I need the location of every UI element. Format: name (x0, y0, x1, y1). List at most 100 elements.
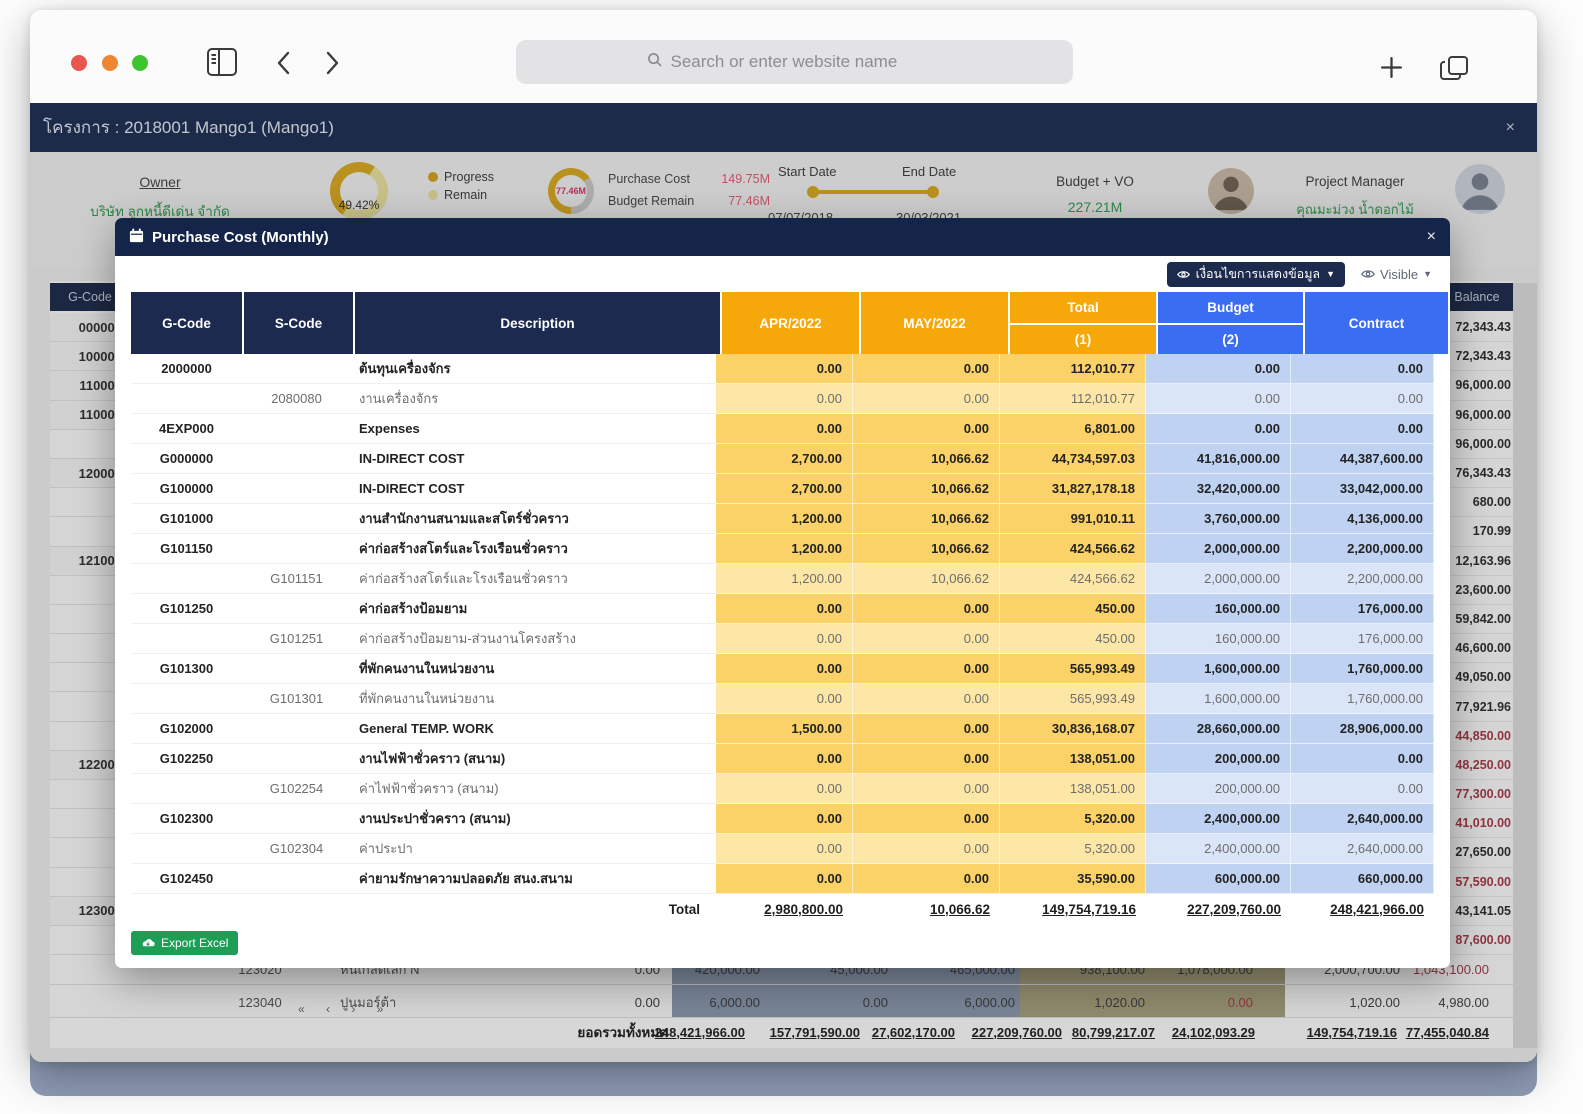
web-page: โครงการ : 2018001 Mango1 (Mango1) × Owne… (30, 103, 1537, 1062)
description-cell: ที่พักคนงานในหน่วยงาน (351, 684, 716, 714)
chevron-down-icon: ▼ (1423, 269, 1432, 279)
table-row[interactable]: G000000IN-DIRECT COST2,700.0010,066.6244… (131, 444, 1434, 474)
purchase-cost-modal: Purchase Cost (Monthly) × เงื่อนไขการแสด… (115, 218, 1450, 968)
eye-icon (1361, 269, 1375, 279)
export-excel-button[interactable]: Export Excel (131, 931, 238, 955)
may-cell: 0.00 (853, 864, 1000, 894)
may-cell: 0.00 (853, 384, 1000, 414)
gcode-cell (131, 774, 242, 804)
total-cell: 424,566.62 (1000, 534, 1146, 564)
total-cell: 5,320.00 (1000, 834, 1146, 864)
table-row[interactable]: G102450 ค่ายามรักษาความปลอดภัย สนง.สนาม 0.… (131, 864, 1434, 894)
contract-cell: 0.00 (1291, 354, 1434, 384)
gcode-column-header: G-Code (131, 292, 242, 354)
display-conditions-button[interactable]: เงื่อนไขการแสดงข้อมูล ▼ (1167, 262, 1345, 287)
total-cell: 112,010.77 (1000, 354, 1146, 384)
total-cell: 31,827,178.18 (1000, 474, 1146, 504)
table-row[interactable]: G101251ค่าก่อสร้างป้อมยาม-ส่วนงานโครงสร้… (131, 624, 1434, 654)
table-row[interactable]: G102000General TEMP. WORK1,500.000.0030,… (131, 714, 1434, 744)
scode-cell (242, 804, 351, 834)
description-cell: ค่ายามรักษาความปลอดภัย สนง.สนาม (351, 864, 716, 894)
modal-close-icon[interactable]: × (1427, 228, 1436, 246)
table-row[interactable]: G100000IN-DIRECT COST2,700.0010,066.6231… (131, 474, 1434, 504)
gcode-cell (131, 564, 242, 594)
contract-cell: 4,136,000.00 (1291, 504, 1434, 534)
contract-cell: 1,760,000.00 (1291, 684, 1434, 714)
total-budget: 227,209,760.00 (1146, 894, 1291, 924)
may-cell: 0.00 (853, 684, 1000, 714)
description-cell: IN-DIRECT COST (351, 474, 716, 504)
scode-cell (242, 504, 351, 534)
contract-cell: 176,000.00 (1291, 594, 1434, 624)
budget-sub-header: (2) (1158, 325, 1303, 354)
budget-cell: 0.00 (1146, 384, 1291, 414)
close-window-button[interactable] (71, 55, 87, 71)
total-cell: 44,734,597.03 (1000, 444, 1146, 474)
may-cell: 0.00 (853, 354, 1000, 384)
budget-cell: 2,000,000.00 (1146, 564, 1291, 594)
table-row[interactable]: 2000000ต้นทุนเครื่องจักร0.000.00112,010.… (131, 354, 1434, 384)
search-input[interactable] (669, 51, 943, 73)
total-sub-header: (1) (1010, 325, 1156, 354)
scode-cell (242, 474, 351, 504)
gcode-cell: G101000 (131, 504, 242, 534)
contract-cell: 44,387,600.00 (1291, 444, 1434, 474)
new-tab-icon[interactable] (1379, 55, 1404, 85)
budget-cell: 1,600,000.00 (1146, 684, 1291, 714)
total-cell: 424,566.62 (1000, 564, 1146, 594)
table-row[interactable]: G101151ค่าก่อสร้างสโตร์และโรงเรือนชั่วคร… (131, 564, 1434, 594)
modal-visible-label: Visible (1380, 267, 1418, 282)
contract-cell: 176,000.00 (1291, 624, 1434, 654)
total-cell: 450.00 (1000, 594, 1146, 624)
contract-cell: 2,640,000.00 (1291, 834, 1434, 864)
table-row[interactable]: G101250ค่าก่อสร้างป้อมยาม0.000.00450.001… (131, 594, 1434, 624)
browser-window: โครงการ : 2018001 Mango1 (Mango1) × Owne… (30, 10, 1537, 1062)
scode-cell: 2080080 (242, 384, 351, 414)
contract-cell: 2,200,000.00 (1291, 564, 1434, 594)
description-cell: ค่าก่อสร้างป้อมยาม (351, 594, 716, 624)
scode-cell: G101151 (242, 564, 351, 594)
modal-toolbar: เงื่อนไขการแสดงข้อมูล ▼ Visible ▼ (115, 256, 1450, 292)
table-row[interactable]: 2080080งานเครื่องจักร0.000.00112,010.770… (131, 384, 1434, 414)
budget-cell: 0.00 (1146, 354, 1291, 384)
gcode-cell: G102450 (131, 864, 242, 894)
zoom-window-button[interactable] (132, 55, 148, 71)
screenshot-canvas: โครงการ : 2018001 Mango1 (Mango1) × Owne… (0, 0, 1583, 1114)
table-row[interactable]: G102304ค่าประปา0.000.005,320.002,400,000… (131, 834, 1434, 864)
total-cell: 565,993.49 (1000, 654, 1146, 684)
budget-cell: 2,000,000.00 (1146, 534, 1291, 564)
description-cell: งานไฟฟ้าชั่วคราว (สนาม) (351, 744, 716, 774)
tab-overview-icon[interactable] (1440, 54, 1470, 87)
table-row[interactable]: G101000งานสำนักงานสนามและสโตร์ชั่วคราว1,… (131, 504, 1434, 534)
apr-cell: 0.00 (716, 774, 853, 804)
table-row[interactable]: G102300งานประปาชั่วคราว (สนาม)0.000.005,… (131, 804, 1434, 834)
total-contract: 248,421,966.00 (1291, 894, 1434, 924)
apr-cell: 1,200.00 (716, 564, 853, 594)
minimize-window-button[interactable] (102, 55, 118, 71)
description-cell: ค่าก่อสร้างป้อมยาม-ส่วนงานโครงสร้าง (351, 624, 716, 654)
table-row[interactable]: G101300ที่พักคนงานในหน่วยงาน0.000.00565,… (131, 654, 1434, 684)
modal-header: Purchase Cost (Monthly) × (115, 218, 1450, 256)
table-row[interactable]: G101150ค่าก่อสร้างสโตร์และโรงเรือนชั่วคร… (131, 534, 1434, 564)
apr-cell: 0.00 (716, 414, 853, 444)
scode-cell (242, 864, 351, 894)
address-bar[interactable] (516, 40, 1073, 84)
contract-cell: 0.00 (1291, 774, 1434, 804)
sidebar-toggle-icon[interactable] (206, 47, 238, 82)
may-cell: 0.00 (853, 714, 1000, 744)
eye-icon (1177, 270, 1190, 279)
apr-cell: 0.00 (716, 384, 853, 414)
total-cell: 138,051.00 (1000, 744, 1146, 774)
scode-cell (242, 534, 351, 564)
export-excel-label: Export Excel (161, 936, 228, 950)
modal-visible-dropdown[interactable]: Visible ▼ (1361, 267, 1432, 282)
description-cell: General TEMP. WORK (351, 714, 716, 744)
table-row[interactable]: 4EXP000Expenses0.000.006,801.000.000.00 (131, 414, 1434, 444)
scode-cell (242, 744, 351, 774)
budget-cell: 3,760,000.00 (1146, 504, 1291, 534)
table-row[interactable]: G101301ที่พักคนงานในหน่วยงาน0.000.00565,… (131, 684, 1434, 714)
back-button[interactable] (274, 50, 294, 81)
table-row[interactable]: G102254ค่าไฟฟ้าชั่วคราว (สนาม)0.000.0013… (131, 774, 1434, 804)
table-row[interactable]: G102250งานไฟฟ้าชั่วคราว (สนาม)0.000.0013… (131, 744, 1434, 774)
forward-button[interactable] (322, 50, 342, 81)
